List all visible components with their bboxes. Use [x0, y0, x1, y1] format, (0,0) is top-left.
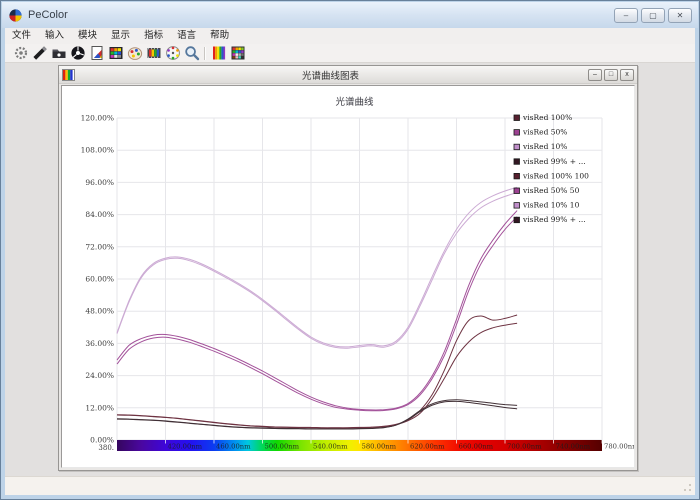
legend-marker-5	[514, 188, 520, 194]
magnifier-icon	[184, 45, 200, 61]
series-3	[117, 400, 517, 429]
svg-text:660.00nm: 660.00nm	[459, 443, 494, 451]
legend-marker-3	[514, 159, 520, 165]
child-window-controls: –□x	[586, 69, 634, 81]
legend-label-5: visRed 50% 50	[522, 186, 580, 195]
toolbar-film-colors-button[interactable]	[144, 45, 163, 62]
svg-text:96.00%: 96.00%	[85, 178, 114, 187]
legend-label-6: visRed 10% 10	[522, 201, 580, 210]
child-minimize-button[interactable]: –	[588, 69, 602, 81]
resize-grip-icon[interactable]	[683, 483, 692, 492]
series-6	[117, 193, 517, 349]
svg-text:580.00nm: 580.00nm	[362, 443, 397, 451]
toolbar-ruler-button[interactable]	[30, 45, 49, 62]
menu-item-2[interactable]: 模块	[71, 28, 104, 44]
toolbar-color-checker-button[interactable]	[228, 45, 247, 62]
svg-text:460.00nm: 460.00nm	[216, 443, 251, 451]
document-palette-icon	[89, 45, 105, 61]
menu-item-4[interactable]: 指标	[137, 28, 170, 44]
svg-text:24.00%: 24.00%	[85, 371, 114, 380]
svg-text:12.00%: 12.00%	[85, 403, 114, 412]
menu-item-1[interactable]: 输入	[38, 28, 71, 44]
legend-marker-6	[514, 203, 520, 209]
svg-text:420.00nm: 420.00nm	[168, 443, 203, 451]
rainbow-bar-icon	[211, 45, 227, 61]
maximize-button[interactable]: ▢	[641, 8, 665, 23]
child-maximize-button[interactable]: □	[604, 69, 618, 81]
legend-marker-4	[514, 173, 520, 179]
menu-item-6[interactable]: 帮助	[203, 28, 236, 44]
film-colors-icon	[146, 45, 162, 61]
toolbar-gear-button[interactable]	[11, 45, 30, 62]
legend-label-2: visRed 10%	[522, 142, 567, 151]
legend-label-3: visRed 99% + ...	[522, 157, 586, 166]
svg-text:36.00%: 36.00%	[85, 339, 114, 348]
svg-text:500.00nm: 500.00nm	[265, 443, 300, 451]
toolbar-magnifier-button[interactable]	[182, 45, 201, 62]
series-5	[117, 217, 517, 411]
svg-text:380.: 380.	[98, 444, 114, 452]
legend-marker-1	[514, 130, 520, 136]
series-7	[117, 401, 517, 429]
svg-text:540.00nm: 540.00nm	[313, 443, 348, 451]
series-1	[117, 211, 517, 410]
color-wheel-icon	[165, 45, 181, 61]
toolbar-color-wheel-button[interactable]	[163, 45, 182, 62]
chart-title: 光谱曲线	[335, 96, 374, 108]
svg-text:740.00nm: 740.00nm	[556, 443, 591, 451]
folder-icon	[51, 45, 67, 61]
svg-text:120.00%: 120.00%	[81, 114, 114, 123]
toolbar	[5, 44, 695, 63]
toolbar-separator	[204, 47, 206, 60]
child-titlebar[interactable]: 光谱曲线图表 –□x	[59, 66, 637, 84]
window-controls: –▢✕	[614, 8, 692, 23]
minimize-button[interactable]: –	[614, 8, 638, 23]
legend-marker-0	[514, 115, 520, 121]
window-title: PeColor	[28, 9, 68, 21]
mdi-workspace: 光谱曲线图表 –□x 光谱曲线0.00%12.00%24.00%36.00%48…	[5, 63, 695, 477]
child-window-title: 光谱曲线图表	[75, 68, 586, 82]
toolbar-document-palette-button[interactable]	[87, 45, 106, 62]
legend-marker-2	[514, 144, 520, 150]
legend-label-0: visRed 100%	[522, 113, 572, 122]
ruler-icon	[32, 45, 48, 61]
toolbar-folder-button[interactable]	[49, 45, 68, 62]
toolbar-color-table-button[interactable]	[106, 45, 125, 62]
svg-text:108.00%: 108.00%	[81, 146, 114, 155]
color-table-icon	[108, 45, 124, 61]
svg-text:72.00%: 72.00%	[85, 242, 114, 251]
svg-text:48.00%: 48.00%	[85, 307, 114, 316]
spectrum-window-icon	[62, 69, 75, 81]
status-bar	[5, 476, 695, 495]
menu-item-5[interactable]: 语言	[170, 28, 203, 44]
palette-icon	[127, 45, 143, 61]
legend-label-7: visRed 99% + ...	[522, 215, 586, 224]
toolbar-rainbow-bar-button[interactable]	[209, 45, 228, 62]
svg-text:700.00nm: 700.00nm	[507, 443, 542, 451]
menu-bar: 文件输入模块显示指标语言帮助	[5, 28, 695, 45]
close-button[interactable]: ✕	[668, 8, 692, 23]
app-window: PeColor –▢✕ 文件输入模块显示指标语言帮助 光谱曲线图表 –□x 光谱…	[0, 0, 700, 500]
toolbar-palette-button[interactable]	[125, 45, 144, 62]
svg-text:60.00%: 60.00%	[85, 275, 114, 284]
menu-item-3[interactable]: 显示	[104, 28, 137, 44]
gear-icon	[13, 45, 29, 61]
svg-text:620.00nm: 620.00nm	[410, 443, 445, 451]
legend-marker-7	[514, 217, 520, 223]
legend-label-1: visRed 50%	[522, 128, 567, 137]
legend-label-4: visRed 100% 100	[522, 171, 589, 180]
series-0	[117, 315, 517, 428]
spectral-chart: 光谱曲线0.00%12.00%24.00%36.00%48.00%60.00%7…	[62, 86, 634, 469]
svg-text:780.00nm: 780.00nm	[604, 443, 634, 451]
menu-item-0[interactable]: 文件	[5, 28, 38, 44]
toolbar-aperture-button[interactable]	[68, 45, 87, 62]
chart-area: 光谱曲线0.00%12.00%24.00%36.00%48.00%60.00%7…	[61, 85, 635, 468]
aperture-icon	[70, 45, 86, 61]
chart-child-window: 光谱曲线图表 –□x 光谱曲线0.00%12.00%24.00%36.00%48…	[58, 65, 638, 471]
color-checker-icon	[230, 45, 246, 61]
svg-text:84.00%: 84.00%	[85, 210, 114, 219]
titlebar[interactable]: PeColor –▢✕	[2, 2, 698, 28]
app-icon	[8, 8, 23, 23]
child-close-button[interactable]: x	[620, 69, 634, 81]
